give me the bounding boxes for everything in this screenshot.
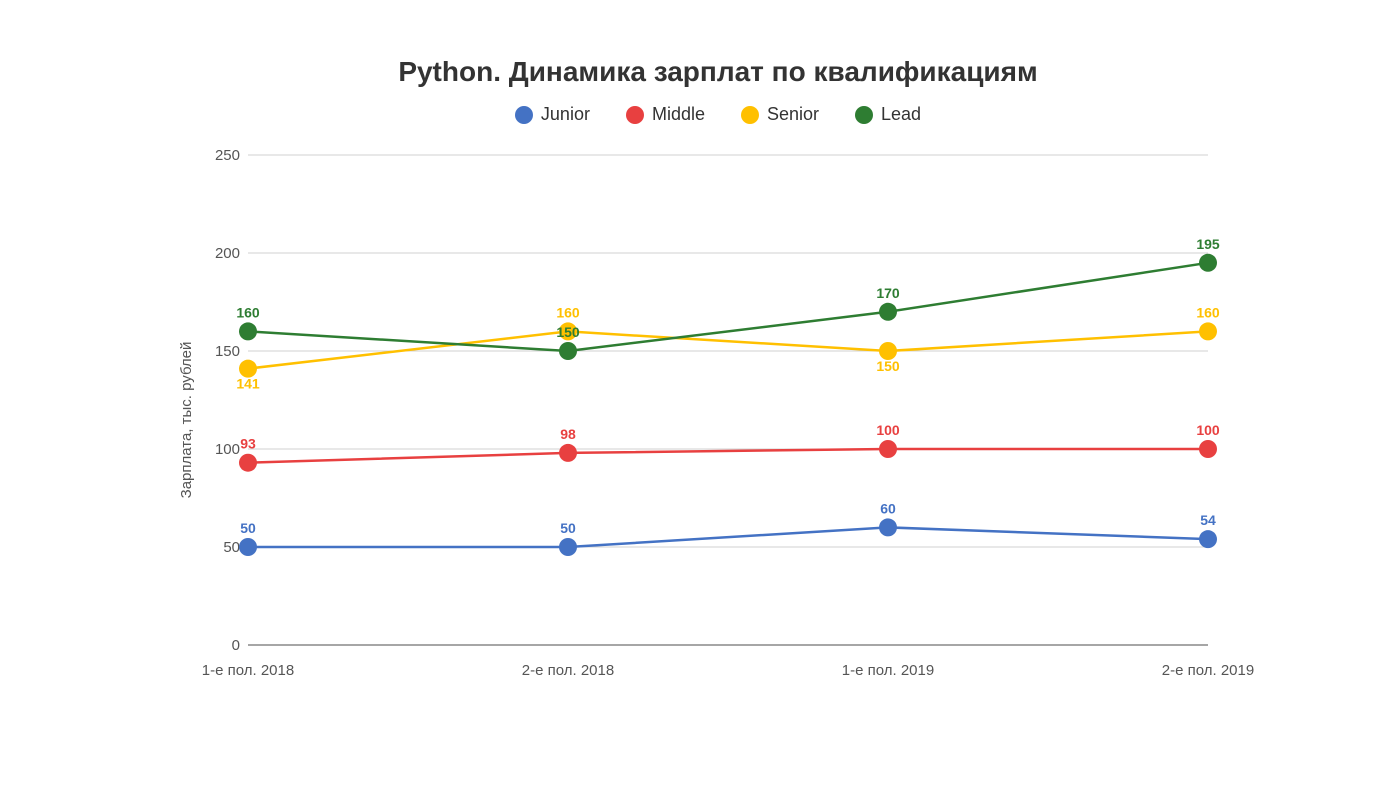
svg-text:160: 160: [236, 304, 260, 320]
svg-text:54: 54: [1200, 512, 1216, 528]
svg-text:200: 200: [215, 245, 240, 262]
chart-title: Python. Динамика зарплат по квалификация…: [188, 56, 1248, 88]
y-axis-label: Зарплата, тыс. рублей: [178, 342, 195, 499]
svg-text:150: 150: [556, 324, 580, 340]
svg-text:150: 150: [215, 343, 240, 360]
svg-text:50: 50: [240, 520, 256, 536]
svg-text:170: 170: [876, 285, 900, 301]
svg-text:195: 195: [1196, 236, 1220, 252]
legend-item-lead: Lead: [855, 104, 921, 125]
svg-text:141: 141: [236, 376, 260, 392]
svg-text:250: 250: [215, 147, 240, 164]
legend-dot-junior: [515, 106, 533, 124]
legend-label-senior: Senior: [767, 104, 819, 125]
chart-container: Python. Динамика зарплат по квалификация…: [88, 36, 1288, 756]
legend-label-middle: Middle: [652, 104, 705, 125]
legend-item-junior: Junior: [515, 104, 590, 125]
legend-dot-senior: [741, 106, 759, 124]
svg-text:0: 0: [232, 637, 240, 654]
svg-text:150: 150: [876, 358, 900, 374]
chart-area: Зарплата, тыс. рублей 0501001502002501-е…: [188, 145, 1248, 695]
chart-svg: 0 50 100 150 200 250 1-е пол. 2018 2-е пол. 201…: [188, 145, 1248, 695]
legend-dot-middle: [626, 106, 644, 124]
svg-text:160: 160: [1196, 304, 1220, 320]
svg-text:1-е пол. 2018: 1-е пол. 2018: [202, 662, 294, 679]
svg-text:93: 93: [240, 436, 256, 452]
legend-label-junior: Junior: [541, 104, 590, 125]
legend-label-lead: Lead: [881, 104, 921, 125]
legend-dot-lead: [855, 106, 873, 124]
svg-text:98: 98: [560, 426, 576, 442]
svg-text:2-е пол. 2019: 2-е пол. 2019: [1162, 662, 1254, 679]
svg-text:1-е пол. 2019: 1-е пол. 2019: [842, 662, 934, 679]
legend-item-middle: Middle: [626, 104, 705, 125]
svg-text:100: 100: [1196, 422, 1220, 438]
svg-text:60: 60: [880, 500, 896, 516]
svg-text:100: 100: [876, 422, 900, 438]
svg-text:160: 160: [556, 304, 580, 320]
legend: Junior Middle Senior Lead: [188, 104, 1248, 125]
svg-text:100: 100: [215, 441, 240, 458]
svg-text:50: 50: [560, 520, 576, 536]
svg-text:2-е пол. 2018: 2-е пол. 2018: [522, 662, 614, 679]
svg-text:50: 50: [223, 539, 240, 556]
legend-item-senior: Senior: [741, 104, 819, 125]
